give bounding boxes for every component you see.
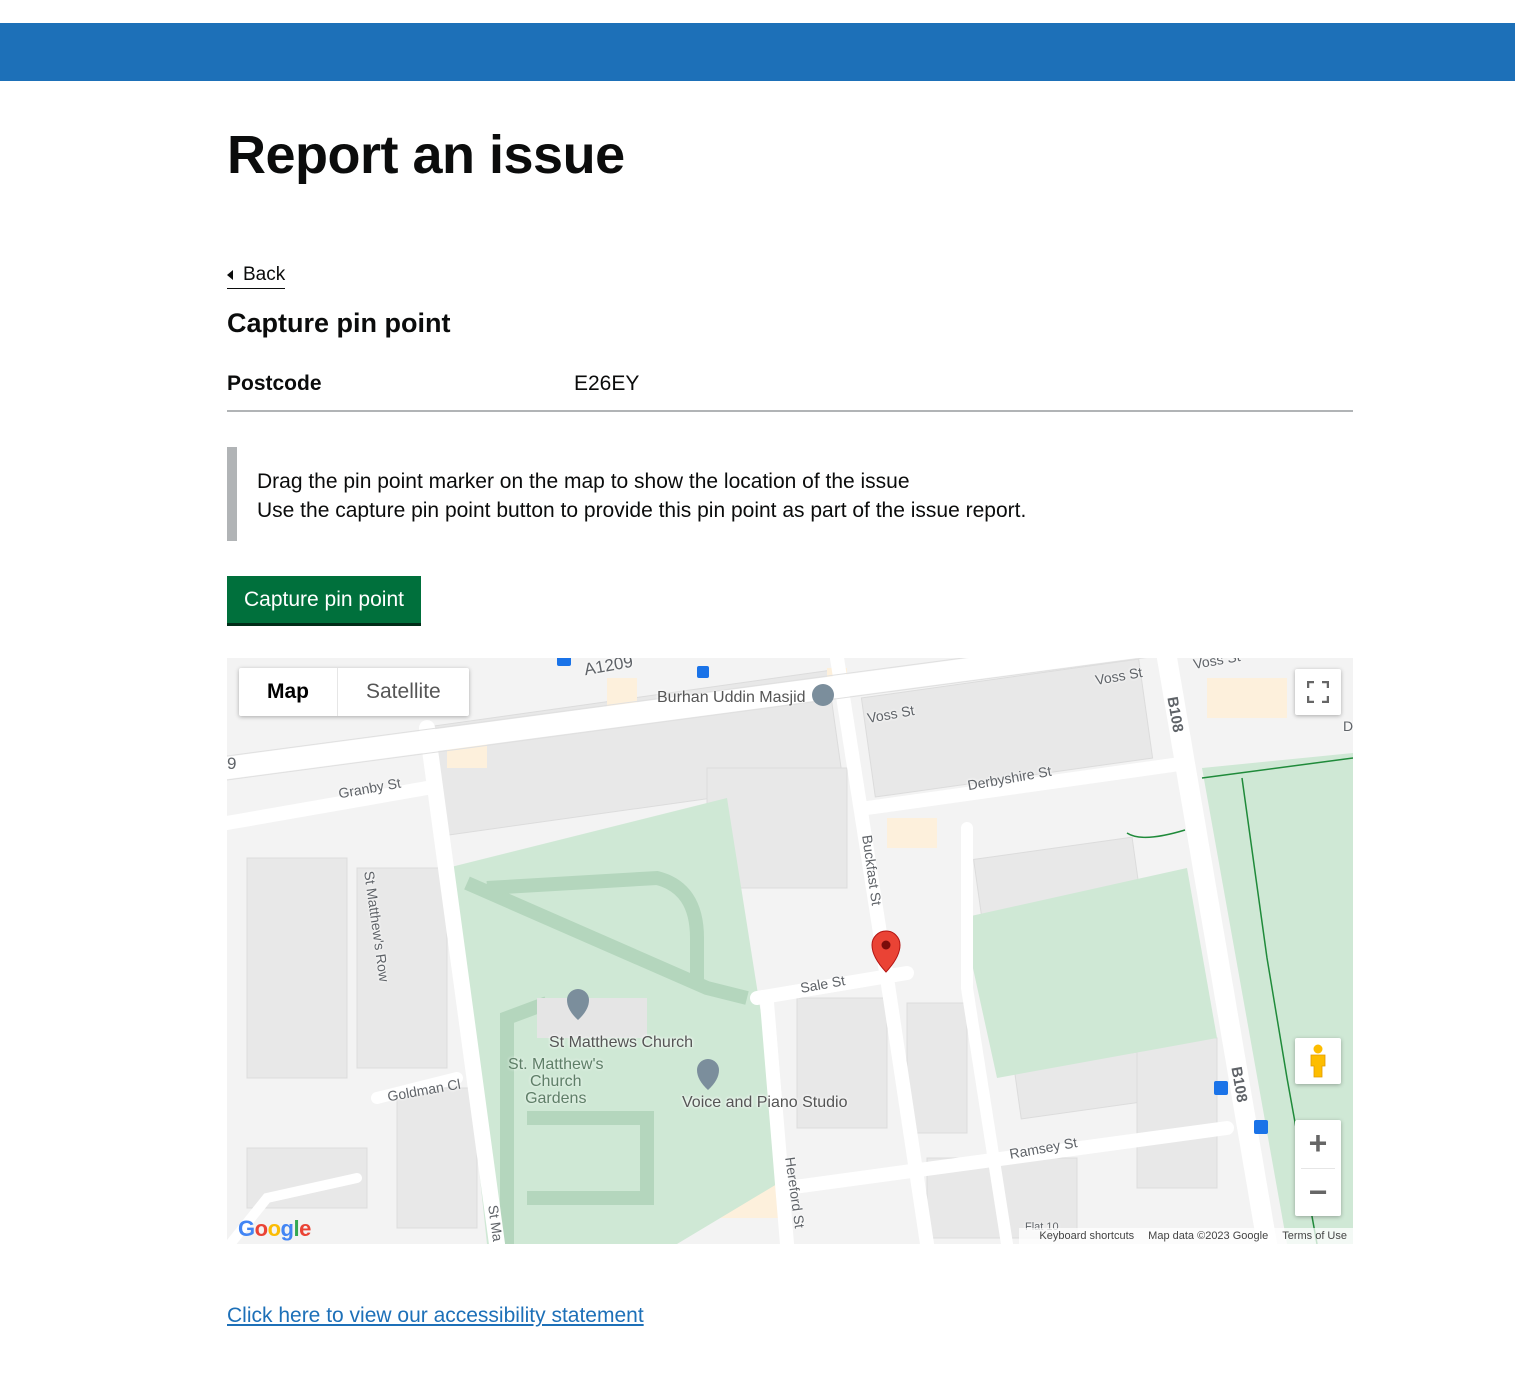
inset-line-1: Drag the pin point marker on the map to … bbox=[257, 470, 910, 493]
map-type-map-button[interactable]: Map bbox=[239, 668, 338, 716]
section-heading: Capture pin point bbox=[227, 308, 451, 338]
map-data-text: Map data ©2023 Google bbox=[1148, 1230, 1269, 1242]
poi-label[interactable]: St Matthews Church bbox=[549, 1034, 693, 1052]
fullscreen-icon bbox=[1307, 681, 1329, 703]
park-label: St. Matthew's Church Gardens bbox=[508, 1056, 604, 1107]
header-bar bbox=[0, 23, 1515, 81]
postcode-value: E26EY bbox=[574, 372, 640, 395]
fullscreen-button[interactable] bbox=[1295, 669, 1341, 715]
poi-label[interactable]: Burhan Uddin Masjid bbox=[657, 689, 806, 707]
zoom-in-button[interactable]: + bbox=[1295, 1120, 1341, 1168]
street-view-button[interactable] bbox=[1295, 1038, 1341, 1084]
google-logo: Google bbox=[238, 1216, 311, 1241]
inset-text: Drag the pin point marker on the map to … bbox=[227, 447, 1353, 541]
street-label: 9 bbox=[227, 754, 237, 773]
map-type-control: Map Satellite bbox=[239, 668, 469, 716]
zoom-control: + − bbox=[1295, 1120, 1341, 1216]
map[interactable]: A1209 Voss St Voss St Voss St B108 B108 … bbox=[227, 658, 1353, 1244]
back-label: Back bbox=[243, 264, 286, 285]
street-label: D bbox=[1343, 718, 1353, 734]
capture-pin-point-button[interactable]: Capture pin point bbox=[227, 576, 421, 623]
zoom-out-button[interactable]: − bbox=[1295, 1168, 1341, 1216]
inset-line-2: Use the capture pin point button to prov… bbox=[257, 499, 1027, 522]
back-link[interactable]: Back bbox=[227, 264, 286, 289]
page-title: Report an issue bbox=[227, 125, 625, 185]
terms-of-use-link[interactable]: Terms of Use bbox=[1282, 1228, 1347, 1244]
chevron-left-icon bbox=[227, 270, 233, 280]
summary-row: Postcode E26EY bbox=[227, 370, 1353, 412]
map-attribution: Keyboard shortcuts Map data ©2023 Google… bbox=[1019, 1228, 1353, 1244]
poi-label[interactable]: Voice and Piano Studio bbox=[682, 1094, 847, 1112]
accessibility-statement-link[interactable]: Click here to view our accessibility sta… bbox=[227, 1304, 644, 1328]
map-type-satellite-button[interactable]: Satellite bbox=[338, 668, 469, 716]
pegman-icon bbox=[1310, 1044, 1326, 1078]
keyboard-shortcuts-link[interactable]: Keyboard shortcuts bbox=[1039, 1228, 1134, 1244]
postcode-key: Postcode bbox=[227, 372, 322, 395]
